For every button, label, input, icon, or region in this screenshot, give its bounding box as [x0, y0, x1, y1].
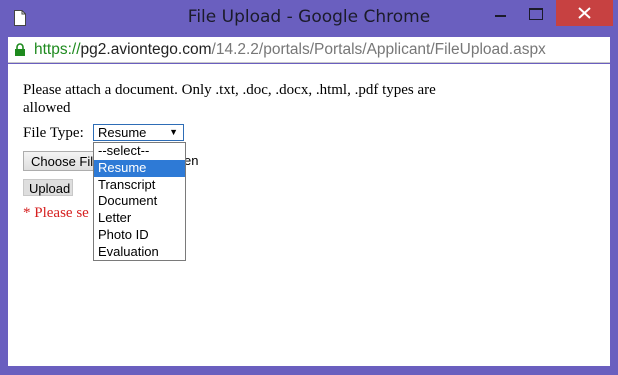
- option-document[interactable]: Document: [94, 193, 185, 210]
- close-button[interactable]: [556, 0, 613, 26]
- upload-instruction: Please attach a document. Only .txt, .do…: [23, 82, 436, 116]
- choose-file-button[interactable]: Choose File: [23, 151, 95, 171]
- url-scheme: https://: [34, 41, 81, 58]
- option-letter[interactable]: Letter: [94, 210, 185, 227]
- close-icon: [578, 7, 591, 19]
- page-content: Please attach a document. Only .txt, .do…: [8, 64, 610, 366]
- title-bar: File Upload - Google Chrome: [0, 0, 618, 37]
- minimize-button[interactable]: [486, 0, 516, 26]
- no-file-chosen-text: en: [184, 153, 199, 168]
- lock-icon: [15, 43, 25, 56]
- error-message: * Please se: [23, 205, 89, 221]
- upload-button[interactable]: Upload: [23, 179, 73, 196]
- file-type-dropdown-list[interactable]: --select-- Resume Transcript Document Le…: [93, 142, 186, 261]
- option-select-placeholder[interactable]: --select--: [94, 143, 185, 160]
- option-evaluation[interactable]: Evaluation: [94, 244, 185, 261]
- option-resume[interactable]: Resume: [94, 159, 185, 177]
- maximize-button[interactable]: [516, 0, 556, 26]
- url-host: pg2.aviontego.com: [80, 41, 212, 58]
- file-type-selected-value: Resume: [98, 125, 147, 140]
- option-transcript[interactable]: Transcript: [94, 177, 185, 194]
- file-type-select[interactable]: Resume ▼: [93, 124, 184, 141]
- url-text[interactable]: https://pg2.aviontego.com/14.2.2/portals…: [34, 41, 546, 59]
- option-photo-id[interactable]: Photo ID: [94, 227, 185, 244]
- file-type-label: File Type:: [23, 125, 84, 141]
- url-path: /14.2.2/portals/Portals/Applicant/FileUp…: [211, 41, 546, 58]
- dropdown-arrow-icon: ▼: [169, 127, 178, 137]
- address-bar[interactable]: https://pg2.aviontego.com/14.2.2/portals…: [8, 37, 610, 63]
